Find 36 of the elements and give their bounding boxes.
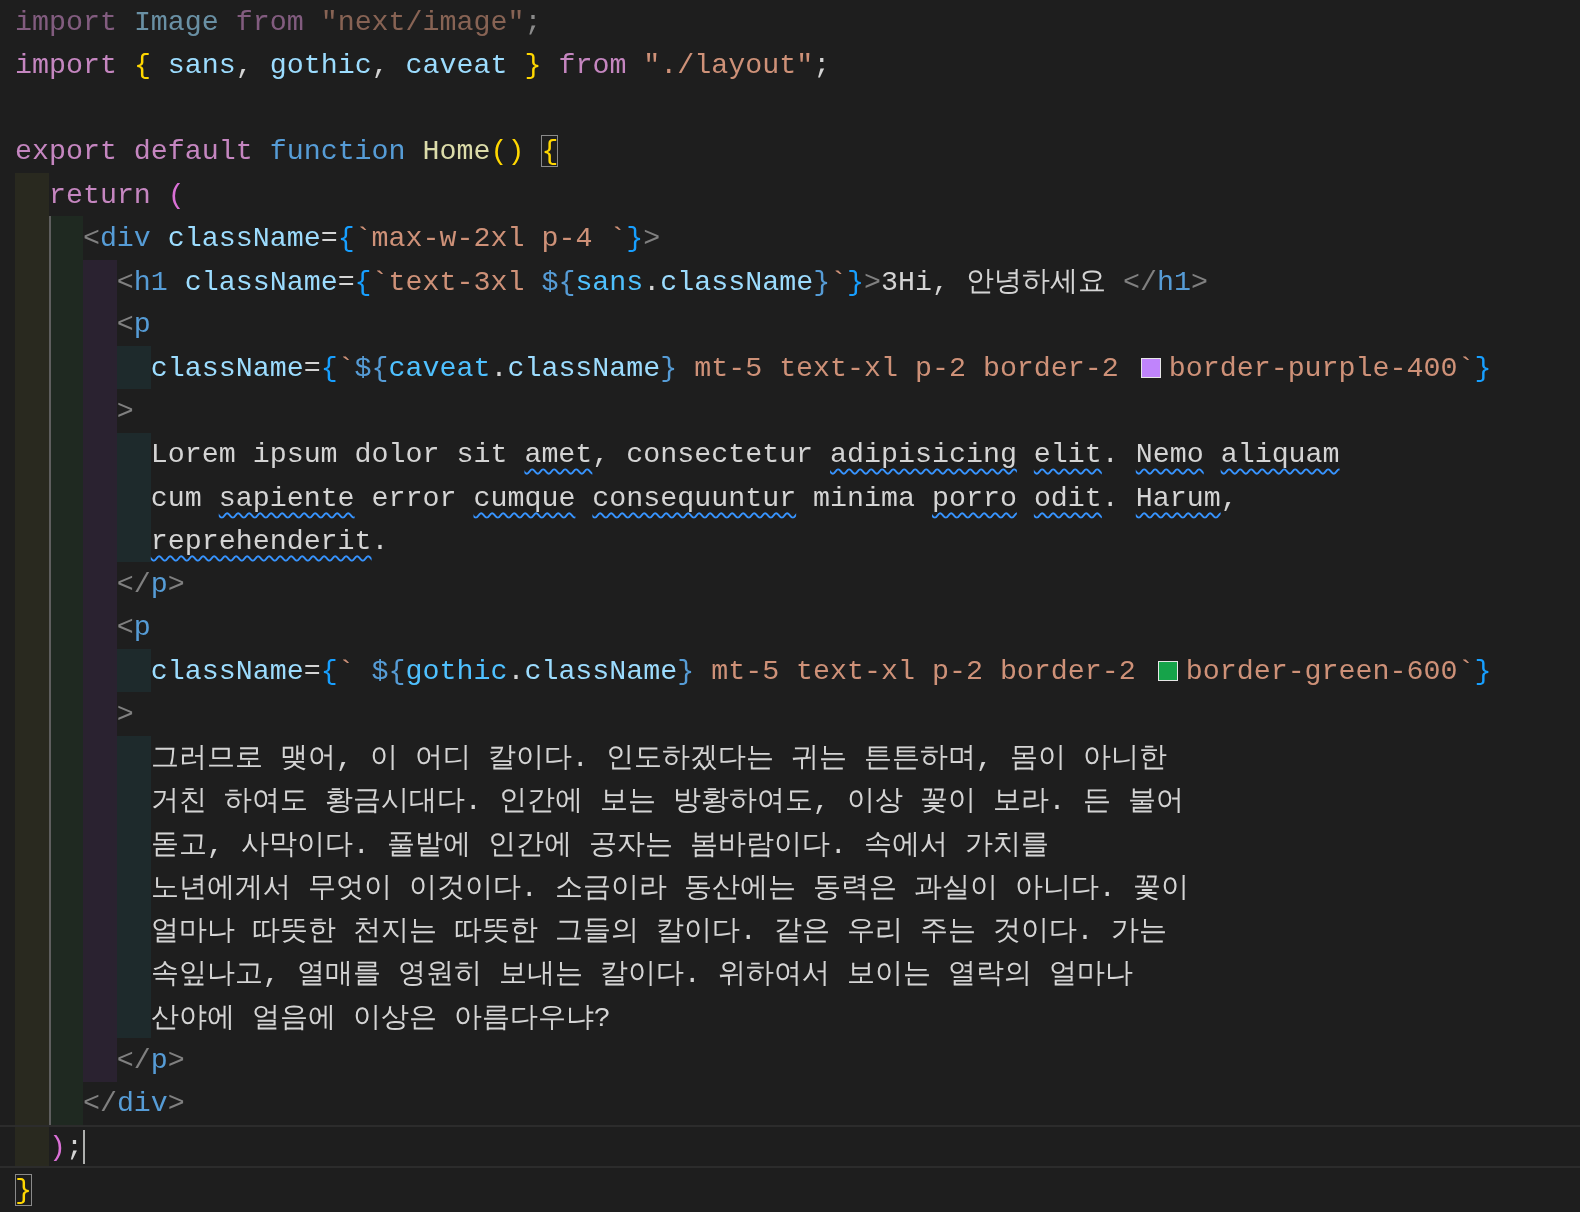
code-text: > [116,395,134,427]
code-text: > [116,697,134,730]
code-text: <p [116,308,151,341]
code-text: ); [48,1130,83,1163]
indent-guide [48,216,83,260]
indent-guide [15,1126,49,1167]
code-text: border-purple-400`} [1168,351,1492,384]
text-cursor [82,1129,86,1164]
code-text: export default function Home() { [15,135,559,168]
code-text: 속잎나고, 열매를 영원히 보내는 칼이다. 위하여서 보이는 열락의 얼마나 [150,957,1133,993]
code-text: return ( [48,178,185,211]
code-text: </p> [116,1044,185,1076]
code-text: 얼마나 따뜻한 천지는 따뜻한 그들의 칼이다. 같은 우리 주는 것이다. 가는 [150,914,1167,950]
indent-guide [15,173,49,217]
code-text: 거친 하여도 황금시대다. 인간에 보는 방황하여도, 이상 꽃이 보라. 든 불어 [150,784,1184,820]
code-text: reprehenderit. [150,524,389,557]
code-text: <div className={`max-w-2xl p-4 `}> [82,221,661,254]
code-text: 산야에 얼음에 이상은 아름다우냐? [150,1000,611,1036]
code-text: import { sans, gothic, caveat } from "./layout"; [15,48,831,81]
code-text: <p [116,611,151,644]
code-text: 노년에게서 무엇이 이것이다. 소금이라 동산에는 동력은 과실이 아니다. 꽃이 [150,870,1189,906]
code-text: className={` ${gothic.className} mt-5 text-xl p-2 border-2 [150,654,1136,687]
indent-guide [116,519,151,563]
code-text: 돋고, 사막이다. 풀밭에 인간에 공자는 봄바람이다. 속에서 가치를 [150,827,1049,863]
code-text: Lorem ipsum dolor sit amet, consectetur adipisicing elit. Nemo aliquam [150,438,1340,471]
indent-guide [15,1081,49,1125]
code-text: cum sapiente error cumque consequuntur minima porro odit. Harum, [150,481,1238,514]
code-text: className={`${caveat.className} mt-5 text-xl p-2 border-2 [150,351,1119,384]
indent-guide [48,1081,83,1125]
code-text: </p> [116,568,185,601]
code-text: import Image from "next/image"; [15,5,542,38]
code-text: <h1 className={`text-3xl ${sans.className}`}>3Hi, 안녕하세요 </h1> [116,265,1208,301]
code-text: border-green-600`} [1185,654,1492,687]
code-text: </div> [82,1087,185,1120]
code-text: 그러므로 맺어, 이 어디 칼이다. 인도하겠다는 귀는 튼튼하며, 몸이 아니한 [150,741,1167,777]
code-text: } [15,1173,32,1206]
